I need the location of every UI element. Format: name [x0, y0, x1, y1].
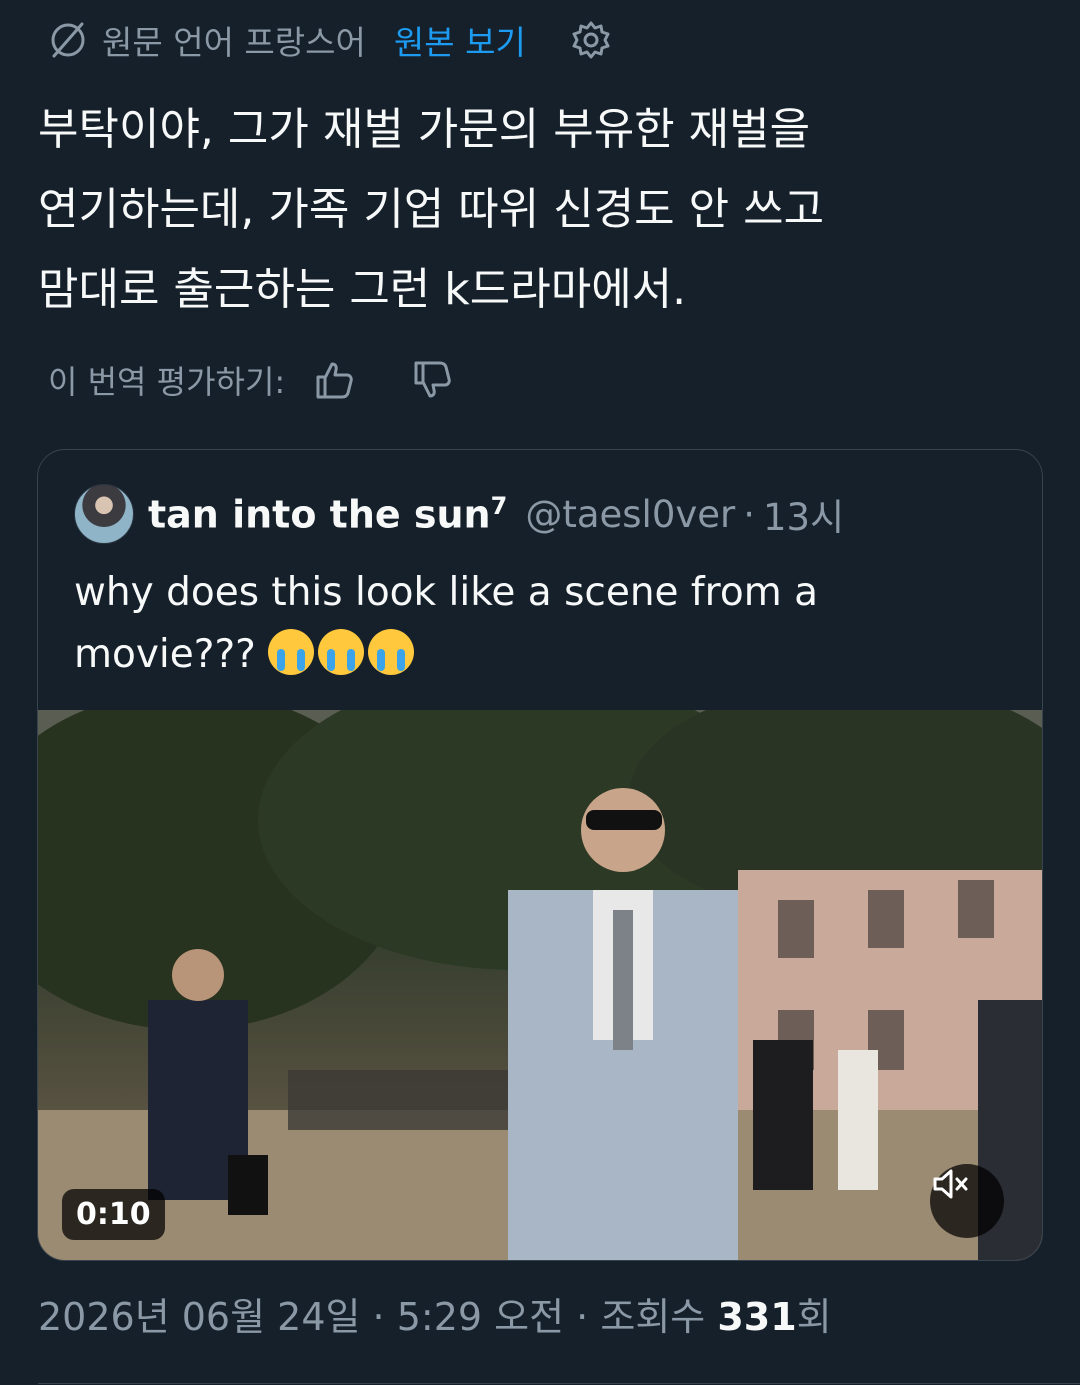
views-suffix: 회: [796, 1295, 832, 1339]
views-count: 331: [717, 1295, 797, 1339]
man-head: [172, 949, 224, 1001]
quoted-text-line: why does this look like a scene from a: [74, 570, 818, 615]
source-language-label: 원문 언어 프랑스어: [102, 23, 366, 62]
translation-bar: 원문 언어 프랑스어 원본 보기: [48, 14, 612, 66]
display-name-text: tan into the sun: [148, 492, 491, 537]
quoted-tweet-text: why does this look like a scene from a m…: [74, 562, 1004, 686]
bystander: [753, 1040, 813, 1190]
views-label: 조회수: [600, 1295, 706, 1339]
quoted-text-line: movie???: [74, 624, 1004, 686]
meta-separator: ·: [576, 1295, 589, 1339]
crying-face-emoji: [268, 629, 315, 675]
thumbs-down-icon[interactable]: [411, 358, 455, 402]
post-clock-time[interactable]: 5:29 오전: [397, 1295, 564, 1339]
rate-translation-label: 이 번역 평가하기:: [48, 363, 286, 401]
tweet-text-line: 맘대로 출근하는 그런 k드라마에서.: [38, 264, 687, 315]
gear-icon[interactable]: [570, 19, 612, 61]
user-handle[interactable]: @taesl0ver: [525, 493, 735, 536]
thumbs-up-icon[interactable]: [313, 358, 357, 402]
quoted-tweet-header: tan into the sun7 @taesl0ver · 13시: [74, 484, 844, 544]
crowd: [288, 1070, 508, 1130]
bystander: [838, 1050, 878, 1190]
globe-off-icon: [51, 22, 85, 58]
briefcase: [228, 1155, 268, 1215]
quoted-text-line-2: movie???: [74, 632, 256, 677]
mute-button[interactable]: [930, 1164, 1004, 1238]
building-window: [958, 880, 994, 938]
display-name[interactable]: tan into the sun7: [148, 492, 507, 537]
post-date[interactable]: 2026년 06월 24일: [38, 1295, 360, 1339]
tie: [613, 910, 633, 1050]
crying-face-emoji: [368, 629, 415, 675]
crying-face-emoji: [318, 629, 365, 675]
quoted-tweet-card[interactable]: tan into the sun7 @taesl0ver · 13시 why d…: [37, 449, 1043, 1261]
display-name-superscript: 7: [490, 491, 508, 520]
tweet-text-line: 연기하는데, 가족 기업 따위 신경도 안 쓰고: [38, 184, 825, 235]
sunglasses: [586, 810, 662, 830]
meta-separator: ·: [372, 1295, 385, 1339]
show-original-link[interactable]: 원본 보기: [394, 16, 526, 64]
header-separator: ·: [743, 492, 756, 536]
mute-icon: [933, 1169, 968, 1199]
post-meta: 2026년 06월 24일 · 5:29 오전 · 조회수 331회: [38, 1286, 832, 1341]
tweet-text-line: 부탁이야, 그가 재벌 가문의 부유한 재벌을: [38, 104, 811, 155]
video-player[interactable]: 0:10: [38, 710, 1042, 1260]
video-frame: [38, 710, 1042, 1260]
building-window: [868, 890, 904, 948]
post-time[interactable]: 13시: [763, 487, 844, 541]
divider: [38, 1383, 1080, 1384]
avatar[interactable]: [74, 484, 134, 544]
rate-translation-row: 이 번역 평가하기:: [48, 352, 455, 408]
building-window: [778, 900, 814, 958]
tweet-text: 부탁이야, 그가 재벌 가문의 부유한 재벌을 연기하는데, 가족 기업 따위 …: [38, 90, 1038, 330]
video-duration: 0:10: [62, 1189, 165, 1240]
